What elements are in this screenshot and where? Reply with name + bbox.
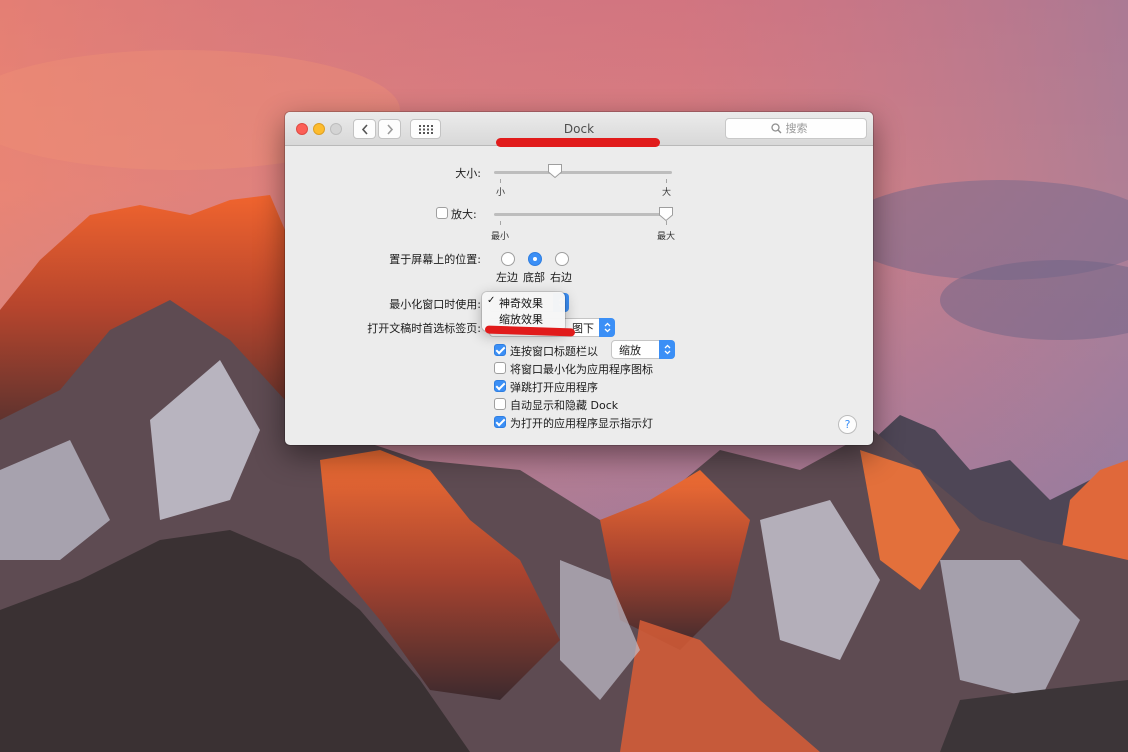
search-field[interactable]	[725, 118, 867, 139]
magnification-slider-knob[interactable]	[658, 206, 674, 222]
size-min-label: 小	[496, 188, 506, 198]
double-click-action-value: 缩放	[619, 343, 641, 357]
double-click-title-bar-label: 连按窗口标题栏以	[510, 345, 598, 358]
up-down-arrows-icon	[599, 318, 615, 337]
position-radio-bottom[interactable]	[528, 252, 542, 266]
animate-opening-checkbox[interactable]	[494, 380, 506, 392]
size-slider-knob[interactable]	[547, 163, 563, 179]
minimize-effect-label: 最小化窗口时使用:	[389, 298, 481, 311]
annotation-mark-title	[496, 138, 660, 147]
animate-opening-label: 弹跳打开应用程序	[510, 381, 598, 394]
autohide-dock-label: 自动显示和隐藏 Dock	[510, 399, 619, 412]
size-tick-min	[500, 179, 501, 183]
dock-preferences-window: Dock 大小: 小 大 放大: 最小 最大 置于屏幕上的位置: 左边 底部 右…	[285, 112, 873, 445]
position-option-left: 左边	[496, 271, 518, 284]
show-indicators-checkbox[interactable]	[494, 416, 506, 428]
autohide-dock-checkbox[interactable]	[494, 398, 506, 410]
magnifier-icon	[770, 123, 781, 134]
double-click-action-popup[interactable]: 缩放	[611, 340, 675, 359]
menu-item-scale[interactable]: 缩放效果	[482, 311, 565, 327]
position-option-bottom: 底部	[523, 271, 545, 284]
search-input[interactable]	[785, 122, 822, 135]
magnification-tick-min	[500, 221, 501, 225]
help-button[interactable]: ?	[838, 415, 857, 434]
tabs-preference-value: 图下	[572, 321, 594, 335]
show-indicators-label: 为打开的应用程序显示指示灯	[510, 417, 653, 430]
position-radio-left[interactable]	[501, 252, 515, 266]
size-max-label: 大	[662, 188, 672, 198]
magnification-max-label: 最大	[657, 232, 676, 242]
magnification-slider-track[interactable]	[494, 213, 672, 216]
checkmark-icon: ✓	[487, 295, 496, 306]
menu-item-genie[interactable]: ✓ 神奇效果	[482, 295, 565, 311]
magnification-label: 放大:	[451, 208, 477, 221]
position-radio-right[interactable]	[555, 252, 569, 266]
position-option-right: 右边	[550, 271, 572, 284]
up-down-arrows-icon	[659, 340, 675, 359]
magnification-checkbox[interactable]	[436, 207, 448, 219]
double-click-title-bar-checkbox[interactable]	[494, 344, 506, 356]
minimize-into-app-icon-checkbox[interactable]	[494, 362, 506, 374]
position-label: 置于屏幕上的位置:	[389, 253, 481, 266]
size-tick-max	[666, 179, 667, 183]
magnification-min-label: 最小	[491, 232, 510, 242]
size-slider-track[interactable]	[494, 171, 672, 174]
size-label: 大小:	[455, 167, 481, 180]
minimize-into-app-icon-label: 将窗口最小化为应用程序图标	[510, 363, 653, 376]
tabs-preference-label: 打开文稿时首选标签页:	[367, 322, 481, 335]
